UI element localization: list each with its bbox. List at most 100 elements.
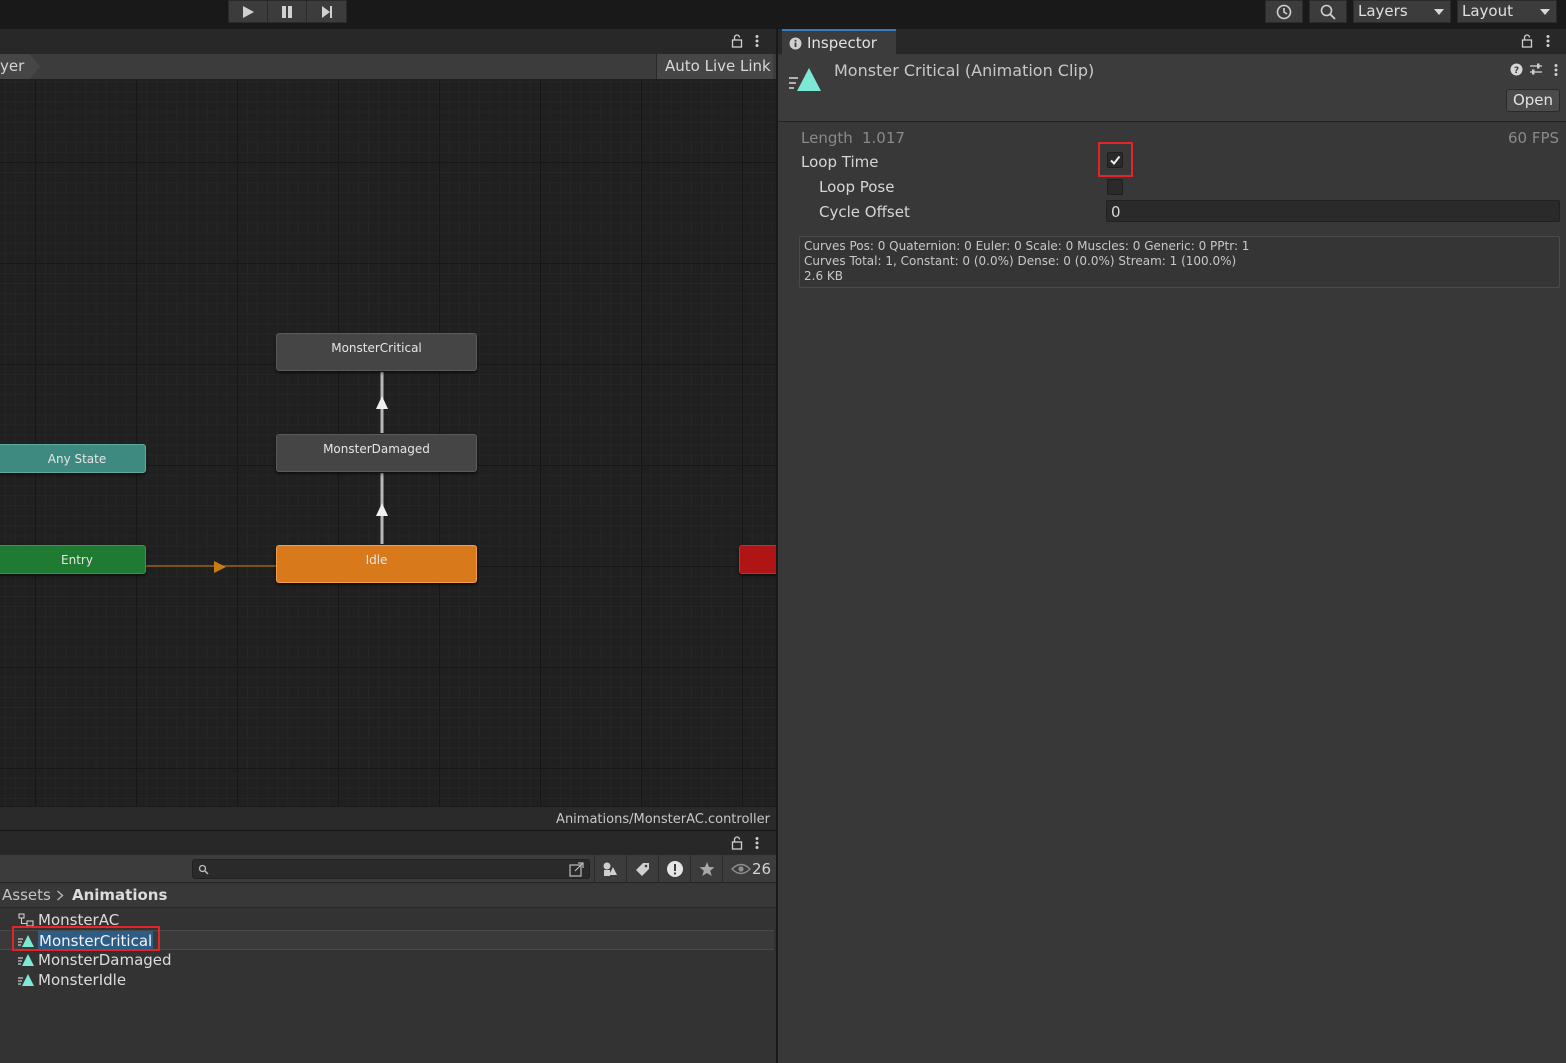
- presets-icon[interactable]: [1529, 62, 1543, 76]
- step-button[interactable]: [306, 0, 347, 23]
- cycle-offset-label: Cycle Offset: [819, 203, 910, 221]
- breadcrumb-animations[interactable]: Animations: [72, 883, 167, 907]
- state-node-label: Entry: [61, 553, 93, 567]
- animation-clip-icon: [18, 974, 34, 986]
- layer-breadcrumb[interactable]: yer: [0, 54, 40, 79]
- breadcrumb-assets[interactable]: Assets: [2, 883, 51, 907]
- history-button[interactable]: [1265, 0, 1303, 23]
- length-value: 1.017: [862, 129, 905, 147]
- lock-icon[interactable]: [731, 34, 743, 48]
- project-breadcrumb: Assets Animations: [0, 883, 776, 908]
- pause-icon: [282, 5, 292, 18]
- lock-icon[interactable]: [1521, 34, 1533, 48]
- warning-icon: [667, 861, 683, 877]
- project-asset-list: MonsterAC MonsterCritical MonsterDamaged…: [0, 908, 776, 1063]
- svg-text:?: ?: [1514, 66, 1519, 76]
- pause-button[interactable]: [267, 0, 307, 23]
- more-options-icon[interactable]: [1545, 34, 1551, 48]
- layout-label: Layout: [1462, 2, 1513, 20]
- project-panel-header: [0, 830, 776, 855]
- log-filter-button[interactable]: [658, 855, 690, 883]
- search-icon: [1320, 4, 1336, 20]
- animator-controller-icon: [18, 913, 34, 927]
- history-icon: [1276, 4, 1292, 19]
- more-options-icon[interactable]: [1553, 63, 1559, 77]
- cycle-offset-value: 0: [1111, 203, 1121, 221]
- inspector-title-area: Monster Critical (Animation Clip) ? Open: [778, 55, 1566, 122]
- open-button[interactable]: Open: [1506, 89, 1560, 112]
- hidden-packages-toggle[interactable]: 26: [722, 855, 776, 883]
- state-node-label: MonsterDamaged: [323, 442, 430, 456]
- state-node-label: MonsterCritical: [331, 341, 422, 355]
- exit-node[interactable]: [739, 545, 776, 574]
- clip-info-line: 2.6 KB: [804, 269, 843, 283]
- asset-name: MonsterIdle: [38, 971, 127, 989]
- search-button[interactable]: [1309, 0, 1347, 23]
- transition-arrow-icon: [376, 503, 388, 516]
- inspector-tab-label: Inspector: [807, 34, 877, 52]
- chevron-down-icon: [1540, 9, 1550, 15]
- highlight-box-loop-time: [1098, 142, 1133, 177]
- more-options-icon[interactable]: [754, 836, 760, 850]
- project-search-input[interactable]: [211, 861, 561, 877]
- state-node-label: Idle: [365, 553, 388, 567]
- state-node-label: Any State: [47, 452, 107, 466]
- star-icon: [699, 862, 715, 876]
- state-node-idle[interactable]: Idle: [276, 545, 477, 583]
- play-button[interactable]: [228, 0, 268, 23]
- project-toolbar: 26: [0, 855, 776, 883]
- step-icon: [321, 5, 332, 18]
- animation-clip-icon: [789, 68, 821, 91]
- chevron-down-icon: [1434, 9, 1444, 15]
- loop-pose-checkbox[interactable]: [1107, 179, 1123, 195]
- asset-row-monster-idle[interactable]: MonsterIdle: [0, 970, 776, 990]
- any-state-node[interactable]: Any State: [0, 444, 146, 473]
- inspector-title: Monster Critical (Animation Clip): [834, 61, 1095, 80]
- auto-live-link-button[interactable]: Auto Live Link: [656, 54, 773, 79]
- animator-panel-header: [0, 29, 776, 54]
- play-icon: [243, 5, 254, 18]
- breadcrumb-label: yer: [0, 57, 25, 75]
- lock-icon[interactable]: [731, 836, 743, 850]
- layout-dropdown[interactable]: Layout: [1457, 0, 1557, 23]
- layers-label: Layers: [1358, 2, 1408, 20]
- state-node-monster-critical[interactable]: MonsterCritical: [276, 333, 477, 371]
- state-node-monster-damaged[interactable]: MonsterDamaged: [276, 434, 477, 472]
- hidden-count: 26: [752, 860, 772, 878]
- loop-pose-label: Loop Pose: [819, 178, 895, 196]
- filter-by-label-button[interactable]: [626, 855, 658, 883]
- asset-row-monster-damaged[interactable]: MonsterDamaged: [0, 950, 776, 970]
- controller-path: Animations/MonsterAC.controller: [556, 812, 770, 827]
- search-scope-icon[interactable]: [569, 862, 585, 877]
- chevron-right-icon: [57, 890, 64, 901]
- filter-by-type-button[interactable]: [594, 855, 626, 883]
- length-label: Length: [801, 129, 853, 147]
- search-icon: [198, 864, 209, 875]
- animation-clip-icon: [18, 954, 34, 966]
- fps-label: 60 FPS: [1508, 129, 1560, 147]
- clip-info-line: Curves Pos: 0 Quaternion: 0 Euler: 0 Sca…: [804, 239, 1250, 253]
- main-toolbar: Layers Layout: [0, 0, 1566, 29]
- animator-graph[interactable]: MonsterCritical MonsterDamaged Any State…: [0, 80, 776, 806]
- more-options-icon[interactable]: [754, 34, 760, 48]
- favorites-button[interactable]: [690, 855, 722, 883]
- entry-node[interactable]: Entry: [0, 545, 146, 574]
- controller-path-bar: Animations/MonsterAC.controller: [0, 806, 776, 830]
- project-search-field[interactable]: [192, 859, 590, 879]
- asset-name: MonsterDamaged: [38, 951, 172, 969]
- help-icon[interactable]: ?: [1510, 63, 1523, 76]
- inspector-panel-header: [778, 29, 1566, 54]
- cycle-offset-field[interactable]: 0: [1106, 200, 1560, 222]
- inspector-body: Length 1.017 60 FPS Loop Time Loop Pose …: [778, 123, 1566, 1063]
- tab-inspector[interactable]: Inspector: [782, 29, 896, 55]
- loop-time-label: Loop Time: [801, 153, 879, 171]
- clip-info-line: Curves Total: 1, Constant: 0 (0.0%) Dens…: [804, 254, 1237, 268]
- clip-info-box: Curves Pos: 0 Quaternion: 0 Euler: 0 Sca…: [799, 236, 1560, 288]
- layers-dropdown[interactable]: Layers: [1353, 0, 1451, 23]
- animator-toolbar: yer Auto Live Link: [0, 54, 776, 80]
- tag-icon: [636, 863, 649, 876]
- auto-live-link-label: Auto Live Link: [665, 57, 771, 75]
- highlight-box-monster-critical: [12, 926, 160, 951]
- filter-type-icon: [603, 862, 617, 876]
- transition-arrow-icon: [376, 396, 388, 409]
